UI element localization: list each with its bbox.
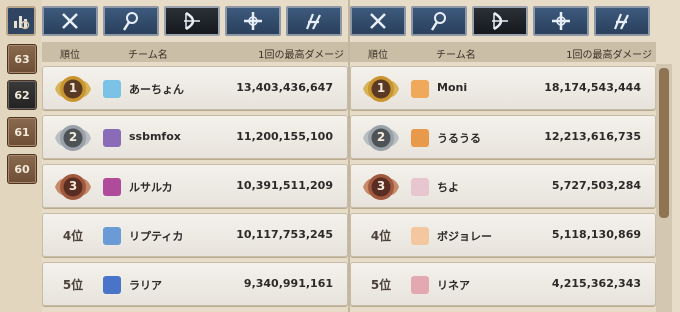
damage-score: 10,391,511,209: [236, 179, 333, 192]
ranking-chart-icon: [14, 16, 30, 30]
bow-icon: [492, 11, 508, 31]
crossed-swords-icon: [370, 13, 386, 29]
rank-number: 3: [376, 179, 386, 193]
gold-medal-icon: 1: [361, 71, 401, 107]
header-team: チーム名: [128, 50, 168, 61]
wing-icon: [305, 13, 321, 30]
damage-score: 9,340,991,161: [243, 277, 333, 290]
ranking-row[interactable]: 2 うるうる 12,213,616,735: [350, 115, 656, 159]
header-score: 1回の最高ダメージ: [258, 50, 344, 61]
team-name: ちよ: [437, 181, 459, 194]
silver-medal-icon: 2: [361, 120, 401, 156]
tab-bow[interactable]: [164, 6, 220, 36]
tab-sword[interactable]: [42, 6, 98, 36]
gold-medal-icon: 1: [53, 71, 93, 107]
scrollbar-thumb[interactable]: [659, 68, 669, 218]
player-avatar-icon: [103, 276, 121, 294]
rank-label: 4位: [370, 229, 392, 243]
player-avatar-icon: [103, 227, 121, 245]
team-name: ボジョレー: [437, 230, 492, 243]
tab-staff[interactable]: [411, 6, 467, 36]
header-team: チーム名: [436, 50, 476, 61]
damage-score: 5,118,130,869: [551, 228, 641, 241]
ranking-row[interactable]: 3 ルサルカ 10,391,511,209: [42, 164, 348, 208]
damage-score: 13,403,436,647: [236, 81, 333, 94]
header-rank: 順位: [60, 50, 80, 61]
player-avatar-icon: [411, 129, 429, 147]
rank-number: 2: [376, 130, 386, 144]
magic-staff-icon: [122, 12, 138, 31]
ranking-row[interactable]: 2 ssbmfox 11,200,155,100: [42, 115, 348, 159]
team-name: リネア: [437, 279, 470, 292]
season-sidebar: 63 62 61 60: [0, 0, 42, 312]
rank-number: 1: [376, 81, 386, 95]
tab-wing[interactable]: [594, 6, 650, 36]
season-tab-63[interactable]: 63: [7, 44, 37, 74]
rank-label: 4位: [62, 229, 84, 243]
tab-cross[interactable]: [533, 6, 589, 36]
magic-staff-icon: [430, 12, 446, 31]
ranking-row[interactable]: 4位 ボジョレー 5,118,130,869: [350, 213, 656, 257]
rank-label: 5位: [370, 278, 392, 292]
season-tab-61[interactable]: 61: [7, 117, 37, 147]
team-name: ラリア: [129, 279, 162, 292]
left-ranking-panel: 順位 チーム名 1回の最高ダメージ 1 あーちょん 13,403,436,647 2…: [42, 0, 348, 312]
season-tab-62[interactable]: 62: [7, 80, 37, 110]
ranking-chart-button[interactable]: [6, 6, 36, 36]
season-tab-60[interactable]: 60: [7, 154, 37, 184]
ranking-row[interactable]: 5位 リネア 4,215,362,343: [350, 262, 656, 306]
rank-number: 2: [68, 130, 78, 144]
team-name: ルサルカ: [129, 181, 173, 194]
right-ranking-panel: 順位 チーム名 1回の最高ダメージ 1 Moni 18,174,543,444 2 う…: [350, 0, 656, 312]
player-avatar-icon: [103, 129, 121, 147]
damage-score: 5,727,503,284: [551, 179, 641, 192]
damage-score: 4,215,362,343: [551, 277, 641, 290]
player-avatar-icon: [411, 178, 429, 196]
damage-score: 11,200,155,100: [236, 130, 333, 143]
ranking-scrollbar[interactable]: [656, 64, 672, 312]
cross-star-icon: [244, 12, 262, 30]
damage-score: 18,174,543,444: [544, 81, 641, 94]
player-avatar-icon: [411, 80, 429, 98]
team-name: あーちょん: [129, 83, 184, 96]
rank-number: 1: [68, 81, 78, 95]
player-avatar-icon: [411, 276, 429, 294]
ranking-row[interactable]: 5位 ラリア 9,340,991,161: [42, 262, 348, 306]
tab-bow[interactable]: [472, 6, 528, 36]
team-name: Moni: [437, 81, 468, 94]
tab-staff[interactable]: [103, 6, 159, 36]
player-avatar-icon: [103, 178, 121, 196]
rank-label: 5位: [62, 278, 84, 292]
header-rank: 順位: [368, 50, 388, 61]
team-name: ssbmfox: [129, 130, 181, 143]
cross-star-icon: [552, 12, 570, 30]
silver-medal-icon: 2: [53, 120, 93, 156]
bow-icon: [184, 11, 200, 31]
ranking-row[interactable]: 3 ちよ 5,727,503,284: [350, 164, 656, 208]
bronze-medal-icon: 3: [53, 169, 93, 205]
ranking-row[interactable]: 1 Moni 18,174,543,444: [350, 66, 656, 110]
tab-sword[interactable]: [350, 6, 406, 36]
ranking-row[interactable]: 1 あーちょん 13,403,436,647: [42, 66, 348, 110]
team-name: リプティカ: [129, 230, 184, 243]
ranking-header: 順位 チーム名 1回の最高ダメージ: [42, 42, 348, 62]
crossed-swords-icon: [62, 13, 78, 29]
damage-score: 12,213,616,735: [544, 130, 641, 143]
wing-icon: [613, 13, 629, 30]
team-name: うるうる: [437, 132, 481, 145]
tab-cross[interactable]: [225, 6, 281, 36]
damage-score: 10,117,753,245: [236, 228, 333, 241]
bronze-medal-icon: 3: [361, 169, 401, 205]
player-avatar-icon: [103, 80, 121, 98]
rank-number: 3: [68, 179, 78, 193]
weapon-tabs: [350, 6, 656, 36]
weapon-tabs: [42, 6, 348, 36]
header-score: 1回の最高ダメージ: [566, 50, 652, 61]
player-avatar-icon: [411, 227, 429, 245]
tab-wing[interactable]: [286, 6, 342, 36]
ranking-row[interactable]: 4位 リプティカ 10,117,753,245: [42, 213, 348, 257]
ranking-header: 順位 チーム名 1回の最高ダメージ: [350, 42, 656, 62]
